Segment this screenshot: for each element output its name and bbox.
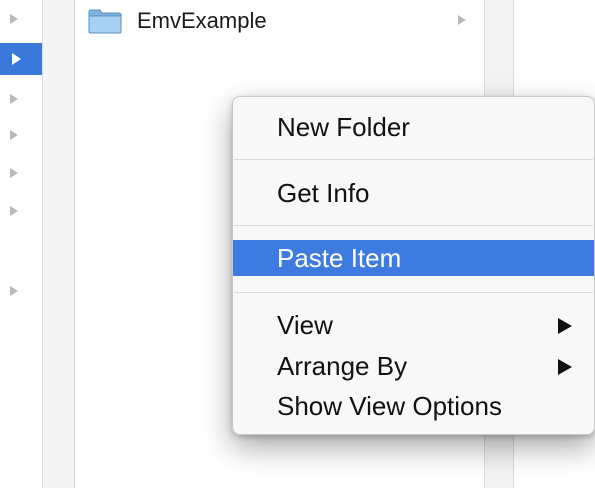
menu-separator [234, 292, 593, 293]
menu-item-arrange-by[interactable]: Arrange By [233, 348, 594, 384]
column-gap [43, 0, 74, 488]
menu-separator [234, 225, 593, 226]
disclosure-triangle-icon[interactable] [12, 53, 21, 65]
menu-item-show-view-options[interactable]: Show View Options [233, 388, 594, 424]
submenu-arrow-icon [558, 318, 572, 334]
disclosure-triangle-icon[interactable] [10, 206, 18, 216]
folder-name: EmvExample [137, 8, 267, 33]
menu-item-label: View [277, 310, 333, 340]
disclosure-triangle-icon[interactable] [10, 286, 18, 296]
submenu-arrow-icon [558, 359, 572, 375]
disclosure-triangle-icon[interactable] [10, 168, 18, 178]
disclosure-triangle-icon[interactable] [10, 130, 18, 140]
folder-icon [88, 9, 122, 34]
finder-column-left [0, 0, 42, 488]
list-item-folder[interactable]: EmvExample [75, 2, 484, 40]
disclosure-triangle-icon[interactable] [10, 94, 18, 104]
context-menu: New Folder Get Info Paste Item View Arra… [232, 96, 595, 435]
menu-separator [234, 159, 593, 160]
selected-row[interactable] [0, 43, 42, 75]
menu-item-get-info[interactable]: Get Info [233, 175, 594, 211]
menu-item-view[interactable]: View [233, 307, 594, 343]
menu-item-new-folder[interactable]: New Folder [233, 109, 594, 145]
menu-item-label: Arrange By [277, 351, 408, 381]
menu-item-paste-item[interactable]: Paste Item [233, 240, 594, 276]
disclosure-arrow-icon [458, 15, 466, 25]
disclosure-triangle-icon[interactable] [10, 14, 18, 24]
